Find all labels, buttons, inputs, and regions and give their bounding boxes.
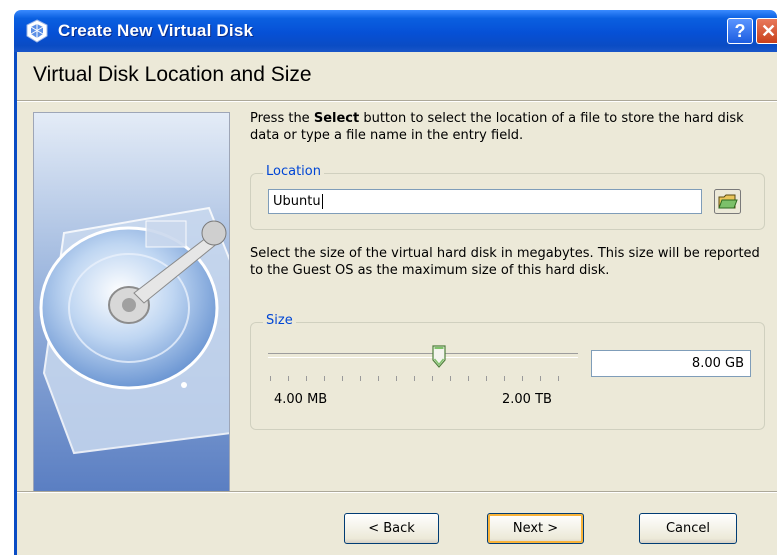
- slider-tick: [468, 376, 469, 381]
- slider-tick: [558, 376, 559, 381]
- slider-tick: [360, 376, 361, 381]
- cancel-button[interactable]: Cancel: [639, 513, 737, 544]
- window-title: Create New Virtual Disk: [58, 21, 254, 40]
- help-button[interactable]: ?: [727, 18, 753, 44]
- select-keyword: Select: [313, 111, 360, 126]
- size-legend: Size: [263, 313, 296, 329]
- size-slider-track[interactable]: [268, 353, 578, 358]
- slider-tick: [540, 376, 541, 381]
- window-titlebar[interactable]: Create New Virtual Disk ? ✕: [14, 10, 777, 52]
- size-input[interactable]: 8.00 GB: [591, 350, 751, 377]
- select-location-button[interactable]: [714, 189, 741, 214]
- size-min-label: 4.00 MB: [274, 392, 328, 407]
- location-legend: Location: [263, 164, 324, 180]
- slider-tick: [378, 376, 379, 381]
- slider-tick: [414, 376, 415, 381]
- location-input[interactable]: Ubuntu: [268, 189, 702, 214]
- size-slider-ticks: [270, 376, 570, 382]
- slider-tick: [324, 376, 325, 381]
- page-title: Virtual Disk Location and Size: [33, 63, 312, 86]
- virtualbox-icon: [26, 19, 48, 43]
- back-button[interactable]: < Back: [344, 513, 439, 544]
- text-caret: [321, 194, 323, 209]
- slider-tick: [504, 376, 505, 381]
- next-button[interactable]: Next >: [487, 513, 584, 544]
- slider-tick: [450, 376, 451, 381]
- footer-divider: [17, 491, 777, 493]
- size-max-label: 2.00 TB: [502, 392, 552, 407]
- location-value: Ubuntu: [273, 194, 321, 209]
- close-button[interactable]: ✕: [756, 18, 777, 44]
- slider-tick: [270, 376, 271, 381]
- slider-tick: [522, 376, 523, 381]
- size-slider-thumb[interactable]: [431, 345, 446, 369]
- slider-tick: [486, 376, 487, 381]
- slider-tick: [342, 376, 343, 381]
- slider-tick: [396, 376, 397, 381]
- slider-tick: [432, 376, 433, 381]
- hard-disk-illustration: [33, 112, 230, 492]
- instructions-text: Press the Select button to select the lo…: [250, 110, 765, 144]
- folder-open-icon: [714, 189, 741, 214]
- size-description: Select the size of the virtual hard disk…: [250, 246, 760, 278]
- header-divider: [17, 100, 777, 102]
- slider-tick: [306, 376, 307, 381]
- instructions-part: Press the: [250, 111, 314, 126]
- slider-tick: [288, 376, 289, 381]
